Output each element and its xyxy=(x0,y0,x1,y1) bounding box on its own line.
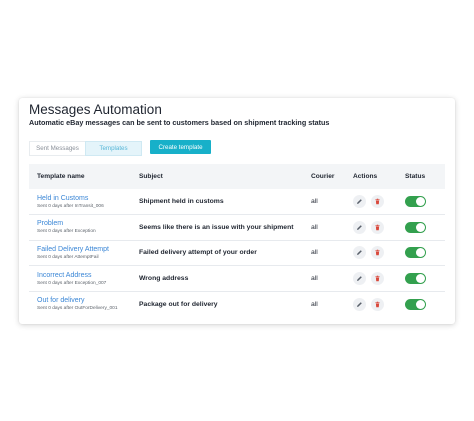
status-toggle[interactable] xyxy=(405,273,426,285)
templates-table: Template name Subject Courier Actions St… xyxy=(29,164,445,317)
tab-sent-messages[interactable]: Sent Messages xyxy=(29,141,85,156)
status-toggle[interactable] xyxy=(405,196,426,208)
pencil-icon xyxy=(357,302,362,307)
status-cell xyxy=(405,266,445,292)
trash-icon xyxy=(375,224,380,231)
status-toggle[interactable] xyxy=(405,298,426,310)
table-row: Incorrect Address Sent 0 days after Exce… xyxy=(29,266,445,292)
template-subject: Seems like there is an issue with your s… xyxy=(139,223,294,231)
page-title: Messages Automation xyxy=(29,102,162,117)
actions-cell xyxy=(353,189,405,215)
toggle-knob xyxy=(416,299,425,309)
column-header-template-name: Template name xyxy=(37,173,85,180)
table-row: Problem Sent 0 days after Exception Seem… xyxy=(29,215,445,241)
table-row: Failed Delivery Attempt Sent 0 days afte… xyxy=(29,240,445,266)
table-header-row: Template name Subject Courier Actions St… xyxy=(29,164,445,189)
toggle-knob xyxy=(416,197,425,207)
trash-icon xyxy=(375,250,380,256)
edit-button[interactable] xyxy=(353,297,366,311)
template-name-link[interactable]: Failed Delivery Attempt xyxy=(37,245,139,254)
delete-button[interactable] xyxy=(370,195,384,209)
pencil-icon xyxy=(357,250,362,256)
column-header-status: Status xyxy=(405,173,426,180)
actions-cell xyxy=(353,291,405,317)
edit-button[interactable] xyxy=(353,272,366,286)
pencil-icon xyxy=(357,276,362,282)
template-courier: all xyxy=(311,198,318,206)
template-trigger: Sent 0 days after OutForDelivery_001 xyxy=(37,306,118,312)
messages-automation-card: Messages Automation Automatic eBay messa… xyxy=(19,98,455,324)
status-toggle[interactable] xyxy=(405,221,426,233)
delete-button[interactable] xyxy=(370,297,384,311)
status-cell xyxy=(405,189,445,215)
edit-button[interactable] xyxy=(353,220,366,234)
pencil-icon xyxy=(357,199,362,204)
template-name-cell: Out for delivery Sent 0 days after OutFo… xyxy=(29,291,139,317)
delete-button[interactable] xyxy=(370,272,384,286)
template-courier: all xyxy=(311,275,318,283)
template-trigger: Sent 0 days after AttemptFail xyxy=(37,254,99,260)
delete-button[interactable] xyxy=(370,246,384,260)
page-subtitle: Automatic eBay messages can be sent to c… xyxy=(29,118,330,127)
table-row: Held in Customs Sent 0 days after InTran… xyxy=(29,189,445,215)
template-name-link[interactable]: Problem xyxy=(37,219,139,228)
actions-cell xyxy=(353,215,405,241)
toggle-knob xyxy=(416,274,425,284)
template-name-link[interactable]: Incorrect Address xyxy=(37,271,139,280)
column-header-subject: Subject xyxy=(139,173,163,180)
template-courier: all xyxy=(311,223,318,231)
edit-button[interactable] xyxy=(353,195,366,209)
template-courier: all xyxy=(311,300,318,308)
status-cell xyxy=(405,291,445,317)
template-name-cell: Incorrect Address Sent 0 days after Exce… xyxy=(29,266,139,292)
template-name-link[interactable]: Held in Customs xyxy=(37,194,139,203)
template-name-link[interactable]: Out for delivery xyxy=(37,296,139,305)
template-name-cell: Failed Delivery Attempt Sent 0 days afte… xyxy=(29,240,139,266)
template-subject: Wrong address xyxy=(139,275,189,283)
template-subject: Failed delivery attempt of your order xyxy=(139,249,257,257)
edit-button[interactable] xyxy=(353,246,366,260)
toggle-knob xyxy=(416,248,425,258)
template-name-cell: Held in Customs Sent 0 days after InTran… xyxy=(29,189,139,215)
trash-icon xyxy=(375,198,380,205)
pencil-icon xyxy=(357,225,362,230)
column-header-actions: Actions xyxy=(353,173,378,180)
trash-icon xyxy=(375,301,380,308)
template-subject: Package out for delivery xyxy=(139,300,218,308)
tab-bar: Sent Messages Templates xyxy=(29,141,142,156)
template-name-cell: Problem Sent 0 days after Exception xyxy=(29,215,139,241)
create-template-button[interactable]: Create template xyxy=(150,140,211,154)
tab-templates[interactable]: Templates xyxy=(85,141,142,156)
template-trigger: Sent 0 days after Exception xyxy=(37,229,96,235)
status-cell xyxy=(405,240,445,266)
column-header-courier: Courier xyxy=(311,173,335,180)
status-toggle[interactable] xyxy=(405,247,426,259)
template-subject: Shipment held in customs xyxy=(139,198,224,206)
table-row: Out for delivery Sent 0 days after OutFo… xyxy=(29,291,445,317)
status-cell xyxy=(405,215,445,241)
toggle-knob xyxy=(416,222,425,232)
template-trigger: Sent 0 days after Exception_007 xyxy=(37,280,107,286)
trash-icon xyxy=(375,275,380,282)
template-trigger: Sent 0 days after InTransit_006 xyxy=(37,203,104,209)
actions-cell xyxy=(353,266,405,292)
actions-cell xyxy=(353,240,405,266)
delete-button[interactable] xyxy=(370,220,384,234)
template-courier: all xyxy=(311,249,318,257)
